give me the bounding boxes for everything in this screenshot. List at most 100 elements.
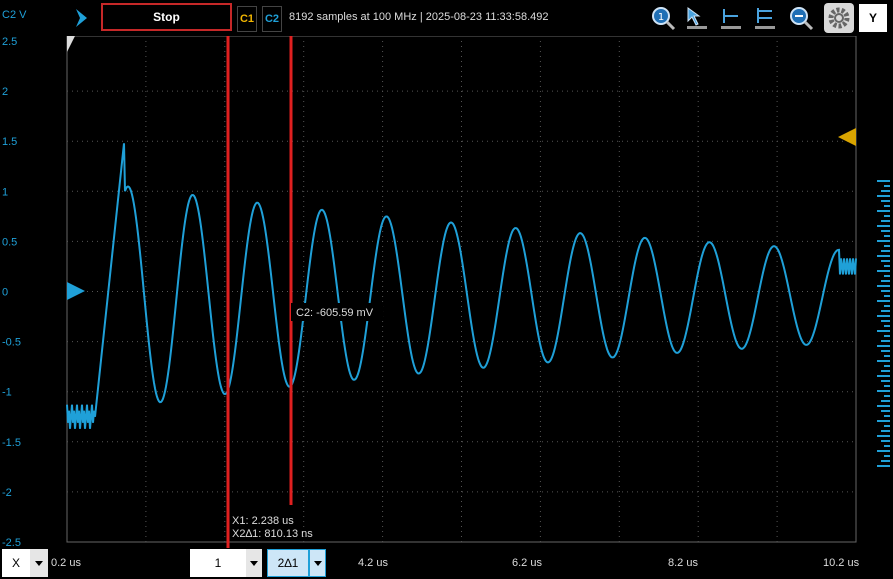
x-tick-label: 8.2 us [668, 557, 698, 569]
level-tick [877, 360, 890, 362]
y-tick-label: -1 [2, 387, 12, 399]
level-tick [881, 260, 890, 262]
level-tick [884, 365, 890, 367]
channel-2-button[interactable]: C2 [262, 6, 282, 32]
level-tick [877, 240, 890, 242]
chevron-down-icon [35, 560, 43, 566]
cursor-arrow-icon[interactable] [684, 5, 710, 31]
level-tick [884, 245, 890, 247]
level-tick [881, 460, 890, 462]
level-tick [881, 340, 890, 342]
cursor-x1-label: X1: 2.238 us [232, 515, 294, 527]
level-tick [877, 390, 890, 392]
y-tick-label: 2 [2, 86, 8, 98]
level-tick [881, 430, 890, 432]
level-tick [877, 405, 890, 407]
level-tick [884, 445, 890, 447]
level-tick [877, 315, 890, 317]
y-tick-label: 1.5 [2, 136, 17, 148]
level-tick [877, 465, 890, 467]
level-tick [877, 300, 890, 302]
level-tick [881, 200, 890, 202]
channel-unit-label: C2 V [2, 9, 27, 21]
plot-grid [66, 36, 857, 543]
level-tick [877, 330, 890, 332]
zoom-icon[interactable] [788, 5, 814, 31]
level-tick [884, 295, 890, 297]
level-tick [884, 185, 890, 187]
x-tick-label: 0.2 us [51, 557, 81, 569]
gear-icon[interactable] [824, 3, 854, 33]
level-tick [884, 305, 890, 307]
level-tick [877, 435, 890, 437]
y-tick-label: 2.5 [2, 36, 17, 48]
cursor-delta-select[interactable]: 2∆1 [267, 549, 309, 577]
trigger-position-marker[interactable] [67, 36, 75, 52]
bottom-toolbar [0, 548, 893, 579]
level-tick [884, 385, 890, 387]
c2-offset-marker[interactable] [67, 282, 85, 300]
level-tick [881, 290, 890, 292]
zoom-reset-icon[interactable]: 1 [650, 5, 676, 31]
level-tick [884, 265, 890, 267]
level-tick [881, 280, 890, 282]
x-tick-label: 4.2 us [358, 557, 388, 569]
level-tick [881, 440, 890, 442]
level-tick [877, 450, 890, 452]
level-indicator-bar [877, 180, 890, 467]
level-tick [877, 225, 890, 227]
level-tick [877, 345, 890, 347]
level-tick [884, 205, 890, 207]
horizontal-cursor-icon[interactable] [718, 5, 744, 31]
level-tick [881, 320, 890, 322]
level-tick [881, 410, 890, 412]
level-tick [881, 190, 890, 192]
cursor-select-dropdown[interactable] [246, 549, 262, 577]
cursor-select[interactable]: 1 [190, 549, 246, 577]
level-tick [884, 355, 890, 357]
level-tick [884, 395, 890, 397]
x-axis-button[interactable]: X [2, 549, 30, 577]
level-tick [881, 380, 890, 382]
level-tick [884, 215, 890, 217]
level-tick [877, 375, 890, 377]
level-tick [884, 335, 890, 337]
level-tick [884, 425, 890, 427]
level-tick [884, 325, 890, 327]
y-tick-label: 0 [2, 287, 8, 299]
scope-plot[interactable]: 2.5 2 1.5 1 0.5 0 -0.5 -1 -1.5 -2 -2.5 C2: -605.59… [0, 36, 893, 548]
level-tick [877, 195, 890, 197]
level-tick [881, 230, 890, 232]
level-tick [881, 400, 890, 402]
channel-1-button[interactable]: C1 [237, 6, 257, 32]
x-tick-label: 6.2 us [512, 557, 542, 569]
svg-text:1: 1 [658, 12, 664, 23]
x-tick-label: 10.2 us [823, 557, 860, 569]
level-tick [877, 420, 890, 422]
level-tick [877, 285, 890, 287]
y-axis-button[interactable]: Y [859, 4, 887, 32]
chevron-down-icon [313, 560, 322, 566]
level-tick [884, 415, 890, 417]
level-tick [884, 455, 890, 457]
acquisition-info: 8192 samples at 100 MHz | 2025-08-23 11:… [289, 11, 549, 23]
y-tick-label: -2.5 [2, 537, 21, 548]
stop-button[interactable]: Stop [101, 3, 232, 31]
vertical-cursor-icon[interactable] [752, 5, 778, 31]
trigger-level-marker[interactable] [838, 128, 856, 146]
chevron-down-icon [250, 560, 258, 566]
level-tick [877, 180, 890, 182]
level-tick [877, 210, 890, 212]
level-tick [881, 250, 890, 252]
y-tick-label: -0.5 [2, 337, 21, 349]
x-axis-dropdown[interactable] [30, 549, 48, 577]
y-tick-label: 0.5 [2, 236, 17, 248]
cursor-delta-dropdown[interactable] [309, 549, 326, 577]
level-tick [881, 310, 890, 312]
cursor-delta-label: X2∆1: 810.13 ns [232, 528, 313, 540]
level-tick [884, 235, 890, 237]
level-tick [877, 255, 890, 257]
y-tick-label: -1.5 [2, 437, 21, 449]
level-tick [881, 350, 890, 352]
run-chevron-icon[interactable] [71, 6, 93, 30]
